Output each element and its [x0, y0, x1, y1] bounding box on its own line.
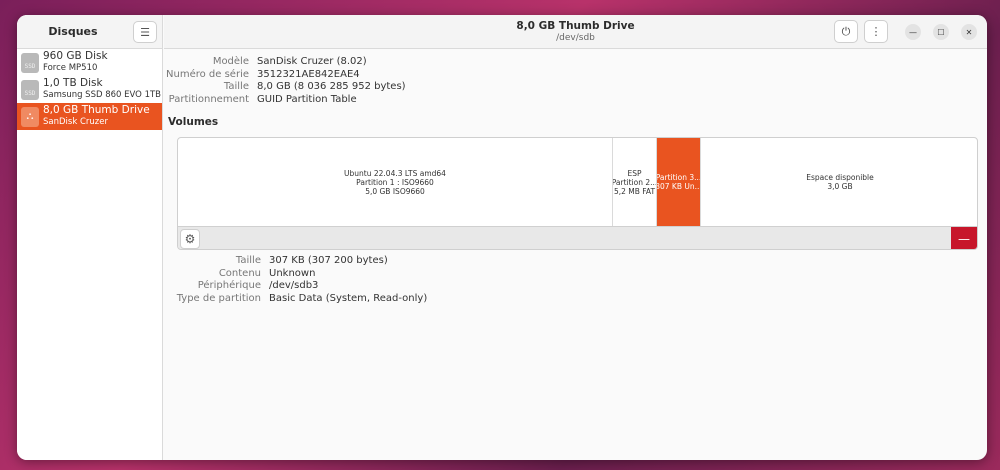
sidebar-title: Disques	[48, 25, 98, 38]
free-space[interactable]: Espace disponible 3,0 GB	[701, 138, 977, 226]
main-panel: 8,0 GB Thumb Drive /dev/sdb ⏻ ⋮ — ☐ ✕ Mo…	[164, 15, 987, 460]
close-icon: ✕	[965, 27, 973, 37]
detail-label: Périphérique	[197, 280, 261, 291]
partition-number: Partition 1 : ISO9660	[356, 177, 434, 187]
disk-list: SSD 960 GB Disk Force MP510 SSD 1,0 TB D…	[17, 49, 162, 130]
info-label: Taille	[223, 81, 249, 92]
detail-value: 307 KB (307 200 bytes)	[269, 255, 388, 266]
partition-size: 5,2 MB FAT	[613, 186, 656, 196]
maximize-icon: ☐	[937, 27, 945, 37]
drive-options-button[interactable]: ⋮	[864, 20, 888, 43]
partition-label: ESP	[627, 168, 642, 178]
gear-icon: ⚙	[184, 232, 196, 246]
minimize-icon: —	[909, 27, 917, 37]
disk-item-thumb-drive[interactable]: ⛬ 8,0 GB Thumb Drive SanDisk Cruzer	[17, 103, 162, 130]
disk-item-1tb[interactable]: SSD 1,0 TB Disk Samsung SSD 860 EVO 1TB	[17, 76, 162, 103]
info-label: Modèle	[212, 56, 249, 67]
partition-1[interactable]: Ubuntu 22.04.3 LTS amd64 Partition 1 : I…	[178, 138, 613, 226]
ssd-icon: SSD	[21, 80, 39, 100]
disks-window: Disques ☰ SSD 960 GB Disk Force MP510 SS…	[17, 15, 987, 460]
free-space-label: Espace disponible	[806, 173, 874, 182]
disk-name: 960 GB Disk	[43, 50, 108, 62]
minimize-button[interactable]: —	[905, 24, 921, 40]
detail-label: Type de partition	[176, 292, 261, 304]
partition-options-button[interactable]: ⚙	[180, 229, 200, 249]
partition-number: Partition 3...	[657, 173, 701, 182]
partition-2[interactable]: ESP Partition 2... 5,2 MB FAT	[613, 138, 657, 226]
partition-label: Ubuntu 22.04.3 LTS amd64	[344, 168, 446, 178]
usb-icon: ⛬	[21, 107, 39, 127]
disk-item-960gb[interactable]: SSD 960 GB Disk Force MP510	[17, 49, 162, 76]
volume-toolbar: ⚙ —	[178, 226, 977, 249]
detail-label: Contenu	[218, 267, 261, 279]
info-value: SanDisk Cruzer (8.02)	[257, 56, 367, 67]
partition-size: 307 KB Un...	[657, 182, 701, 191]
info-label: Partitionnement	[168, 93, 249, 105]
minus-icon: —	[958, 232, 970, 246]
info-value: 3512321AE842EAE4	[257, 68, 360, 80]
volumes-heading: Volumes	[168, 116, 219, 128]
close-button[interactable]: ✕	[961, 24, 977, 40]
detail-value: /dev/sdb3	[269, 280, 319, 291]
detail-value: Unknown	[269, 267, 316, 279]
maximize-button[interactable]: ☐	[933, 24, 949, 40]
volumes-map: Ubuntu 22.04.3 LTS amd64 Partition 1 : I…	[177, 137, 978, 250]
disk-model: SanDisk Cruzer	[43, 117, 108, 127]
sidebar: Disques ☰ SSD 960 GB Disk Force MP510 SS…	[17, 15, 163, 460]
partition-number: Partition 2...	[613, 177, 657, 187]
disk-model: Samsung SSD 860 EVO 1TB	[43, 90, 162, 100]
info-label: Numéro de série	[166, 68, 249, 80]
sidebar-header: Disques ☰	[17, 15, 162, 49]
ssd-icon: SSD	[21, 53, 39, 73]
disk-name: 8,0 GB Thumb Drive	[43, 104, 150, 116]
partition-size: 5,0 GB ISO9660	[365, 186, 425, 196]
hamburger-icon: ☰	[140, 25, 150, 39]
disk-model: Force MP510	[43, 63, 98, 73]
disk-name: 1,0 TB Disk	[43, 77, 103, 89]
info-value: 8,0 GB (8 036 285 952 bytes)	[257, 81, 406, 92]
power-off-button[interactable]: ⏻	[834, 20, 858, 43]
partition-3[interactable]: Partition 3... 307 KB Un...	[657, 138, 701, 226]
detail-value: Basic Data (System, Read-only)	[269, 292, 428, 304]
detail-label: Taille	[235, 255, 261, 266]
power-icon: ⏻	[841, 24, 851, 38]
main-menu-button[interactable]: ☰	[133, 21, 157, 43]
more-vertical-icon: ⋮	[870, 25, 882, 38]
free-space-size: 3,0 GB	[827, 182, 853, 191]
delete-partition-button[interactable]: —	[951, 227, 977, 249]
info-value: GUID Partition Table	[257, 93, 357, 105]
headerbar: 8,0 GB Thumb Drive /dev/sdb ⏻ ⋮ — ☐ ✕	[164, 15, 987, 49]
